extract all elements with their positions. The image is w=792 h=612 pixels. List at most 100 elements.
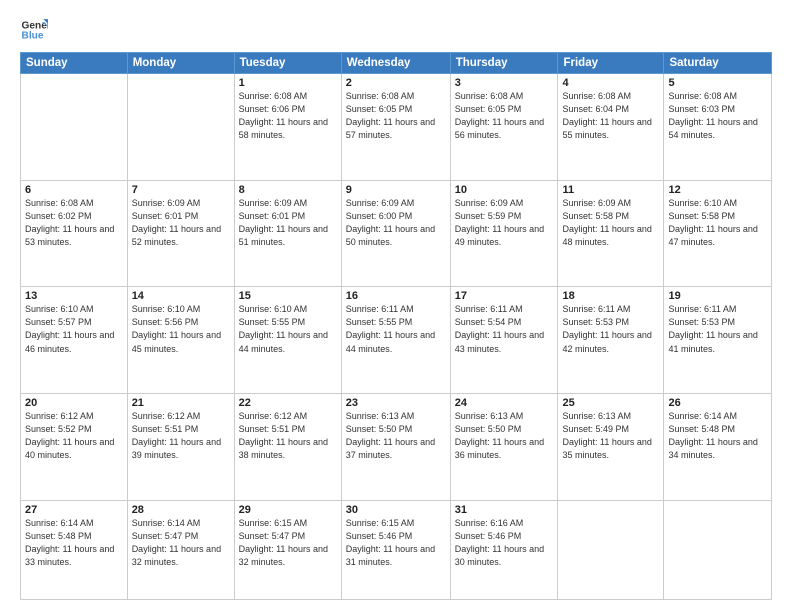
day-info: Sunrise: 6:08 AMSunset: 6:03 PMDaylight:… bbox=[668, 90, 767, 142]
day-info: Sunrise: 6:11 AMSunset: 5:54 PMDaylight:… bbox=[455, 303, 554, 355]
day-number: 12 bbox=[668, 184, 767, 196]
day-info: Sunrise: 6:10 AMSunset: 5:56 PMDaylight:… bbox=[132, 303, 230, 355]
day-number: 6 bbox=[25, 184, 123, 196]
day-info: Sunrise: 6:10 AMSunset: 5:58 PMDaylight:… bbox=[668, 197, 767, 249]
calendar-cell bbox=[664, 500, 772, 599]
day-number: 28 bbox=[132, 504, 230, 516]
calendar-cell: 5Sunrise: 6:08 AMSunset: 6:03 PMDaylight… bbox=[664, 74, 772, 181]
calendar-cell: 25Sunrise: 6:13 AMSunset: 5:49 PMDayligh… bbox=[558, 394, 664, 501]
calendar-cell: 10Sunrise: 6:09 AMSunset: 5:59 PMDayligh… bbox=[450, 180, 558, 287]
day-info: Sunrise: 6:08 AMSunset: 6:06 PMDaylight:… bbox=[239, 90, 337, 142]
day-info: Sunrise: 6:11 AMSunset: 5:53 PMDaylight:… bbox=[668, 303, 767, 355]
calendar-cell: 28Sunrise: 6:14 AMSunset: 5:47 PMDayligh… bbox=[127, 500, 234, 599]
week-row-2: 6Sunrise: 6:08 AMSunset: 6:02 PMDaylight… bbox=[21, 180, 772, 287]
day-number: 21 bbox=[132, 397, 230, 409]
day-number: 18 bbox=[562, 290, 659, 302]
day-info: Sunrise: 6:11 AMSunset: 5:53 PMDaylight:… bbox=[562, 303, 659, 355]
weekday-header-sunday: Sunday bbox=[21, 53, 128, 74]
calendar-cell: 8Sunrise: 6:09 AMSunset: 6:01 PMDaylight… bbox=[234, 180, 341, 287]
day-number: 10 bbox=[455, 184, 554, 196]
day-info: Sunrise: 6:10 AMSunset: 5:55 PMDaylight:… bbox=[239, 303, 337, 355]
day-number: 25 bbox=[562, 397, 659, 409]
week-row-1: 1Sunrise: 6:08 AMSunset: 6:06 PMDaylight… bbox=[21, 74, 772, 181]
calendar-cell: 26Sunrise: 6:14 AMSunset: 5:48 PMDayligh… bbox=[664, 394, 772, 501]
calendar-cell: 23Sunrise: 6:13 AMSunset: 5:50 PMDayligh… bbox=[341, 394, 450, 501]
day-number: 27 bbox=[25, 504, 123, 516]
day-number: 31 bbox=[455, 504, 554, 516]
calendar-cell: 3Sunrise: 6:08 AMSunset: 6:05 PMDaylight… bbox=[450, 74, 558, 181]
day-number: 24 bbox=[455, 397, 554, 409]
calendar-cell: 7Sunrise: 6:09 AMSunset: 6:01 PMDaylight… bbox=[127, 180, 234, 287]
day-number: 2 bbox=[346, 77, 446, 89]
day-number: 16 bbox=[346, 290, 446, 302]
day-info: Sunrise: 6:12 AMSunset: 5:51 PMDaylight:… bbox=[239, 410, 337, 462]
logo-icon: General Blue bbox=[20, 16, 48, 44]
calendar-cell: 29Sunrise: 6:15 AMSunset: 5:47 PMDayligh… bbox=[234, 500, 341, 599]
calendar-cell: 2Sunrise: 6:08 AMSunset: 6:05 PMDaylight… bbox=[341, 74, 450, 181]
day-info: Sunrise: 6:12 AMSunset: 5:51 PMDaylight:… bbox=[132, 410, 230, 462]
day-number: 30 bbox=[346, 504, 446, 516]
week-row-5: 27Sunrise: 6:14 AMSunset: 5:48 PMDayligh… bbox=[21, 500, 772, 599]
day-number: 26 bbox=[668, 397, 767, 409]
calendar-cell: 27Sunrise: 6:14 AMSunset: 5:48 PMDayligh… bbox=[21, 500, 128, 599]
day-number: 23 bbox=[346, 397, 446, 409]
calendar-cell: 6Sunrise: 6:08 AMSunset: 6:02 PMDaylight… bbox=[21, 180, 128, 287]
calendar-cell: 22Sunrise: 6:12 AMSunset: 5:51 PMDayligh… bbox=[234, 394, 341, 501]
logo: General Blue bbox=[20, 16, 48, 44]
day-info: Sunrise: 6:14 AMSunset: 5:48 PMDaylight:… bbox=[25, 517, 123, 569]
svg-text:Blue: Blue bbox=[22, 31, 44, 42]
day-info: Sunrise: 6:14 AMSunset: 5:48 PMDaylight:… bbox=[668, 410, 767, 462]
calendar-cell: 24Sunrise: 6:13 AMSunset: 5:50 PMDayligh… bbox=[450, 394, 558, 501]
day-info: Sunrise: 6:14 AMSunset: 5:47 PMDaylight:… bbox=[132, 517, 230, 569]
calendar-cell: 9Sunrise: 6:09 AMSunset: 6:00 PMDaylight… bbox=[341, 180, 450, 287]
calendar-table: SundayMondayTuesdayWednesdayThursdayFrid… bbox=[20, 52, 772, 600]
calendar-cell: 20Sunrise: 6:12 AMSunset: 5:52 PMDayligh… bbox=[21, 394, 128, 501]
day-info: Sunrise: 6:10 AMSunset: 5:57 PMDaylight:… bbox=[25, 303, 123, 355]
day-number: 7 bbox=[132, 184, 230, 196]
calendar-body: 1Sunrise: 6:08 AMSunset: 6:06 PMDaylight… bbox=[21, 74, 772, 600]
day-info: Sunrise: 6:15 AMSunset: 5:47 PMDaylight:… bbox=[239, 517, 337, 569]
weekday-header-monday: Monday bbox=[127, 53, 234, 74]
day-info: Sunrise: 6:09 AMSunset: 6:01 PMDaylight:… bbox=[239, 197, 337, 249]
calendar-cell: 14Sunrise: 6:10 AMSunset: 5:56 PMDayligh… bbox=[127, 287, 234, 394]
week-row-3: 13Sunrise: 6:10 AMSunset: 5:57 PMDayligh… bbox=[21, 287, 772, 394]
weekday-header-friday: Friday bbox=[558, 53, 664, 74]
calendar-cell: 1Sunrise: 6:08 AMSunset: 6:06 PMDaylight… bbox=[234, 74, 341, 181]
calendar-cell: 18Sunrise: 6:11 AMSunset: 5:53 PMDayligh… bbox=[558, 287, 664, 394]
day-info: Sunrise: 6:09 AMSunset: 6:00 PMDaylight:… bbox=[346, 197, 446, 249]
day-number: 20 bbox=[25, 397, 123, 409]
calendar-cell: 4Sunrise: 6:08 AMSunset: 6:04 PMDaylight… bbox=[558, 74, 664, 181]
calendar-page: General Blue SundayMondayTuesdayWednesda… bbox=[0, 0, 792, 612]
day-info: Sunrise: 6:09 AMSunset: 5:58 PMDaylight:… bbox=[562, 197, 659, 249]
calendar-cell: 30Sunrise: 6:15 AMSunset: 5:46 PMDayligh… bbox=[341, 500, 450, 599]
day-info: Sunrise: 6:13 AMSunset: 5:49 PMDaylight:… bbox=[562, 410, 659, 462]
day-info: Sunrise: 6:09 AMSunset: 5:59 PMDaylight:… bbox=[455, 197, 554, 249]
calendar-cell bbox=[21, 74, 128, 181]
day-number: 17 bbox=[455, 290, 554, 302]
day-info: Sunrise: 6:08 AMSunset: 6:04 PMDaylight:… bbox=[562, 90, 659, 142]
day-number: 5 bbox=[668, 77, 767, 89]
weekday-header-thursday: Thursday bbox=[450, 53, 558, 74]
day-number: 3 bbox=[455, 77, 554, 89]
day-info: Sunrise: 6:13 AMSunset: 5:50 PMDaylight:… bbox=[455, 410, 554, 462]
day-number: 9 bbox=[346, 184, 446, 196]
day-number: 19 bbox=[668, 290, 767, 302]
calendar-cell: 21Sunrise: 6:12 AMSunset: 5:51 PMDayligh… bbox=[127, 394, 234, 501]
weekday-header-wednesday: Wednesday bbox=[341, 53, 450, 74]
weekday-header-tuesday: Tuesday bbox=[234, 53, 341, 74]
day-number: 15 bbox=[239, 290, 337, 302]
day-number: 13 bbox=[25, 290, 123, 302]
header: General Blue bbox=[20, 16, 772, 44]
day-info: Sunrise: 6:08 AMSunset: 6:05 PMDaylight:… bbox=[346, 90, 446, 142]
weekday-header-saturday: Saturday bbox=[664, 53, 772, 74]
calendar-cell: 11Sunrise: 6:09 AMSunset: 5:58 PMDayligh… bbox=[558, 180, 664, 287]
day-number: 29 bbox=[239, 504, 337, 516]
day-number: 1 bbox=[239, 77, 337, 89]
weekday-header-row: SundayMondayTuesdayWednesdayThursdayFrid… bbox=[21, 53, 772, 74]
day-info: Sunrise: 6:12 AMSunset: 5:52 PMDaylight:… bbox=[25, 410, 123, 462]
day-info: Sunrise: 6:11 AMSunset: 5:55 PMDaylight:… bbox=[346, 303, 446, 355]
day-info: Sunrise: 6:15 AMSunset: 5:46 PMDaylight:… bbox=[346, 517, 446, 569]
day-number: 8 bbox=[239, 184, 337, 196]
calendar-cell: 12Sunrise: 6:10 AMSunset: 5:58 PMDayligh… bbox=[664, 180, 772, 287]
calendar-cell: 17Sunrise: 6:11 AMSunset: 5:54 PMDayligh… bbox=[450, 287, 558, 394]
